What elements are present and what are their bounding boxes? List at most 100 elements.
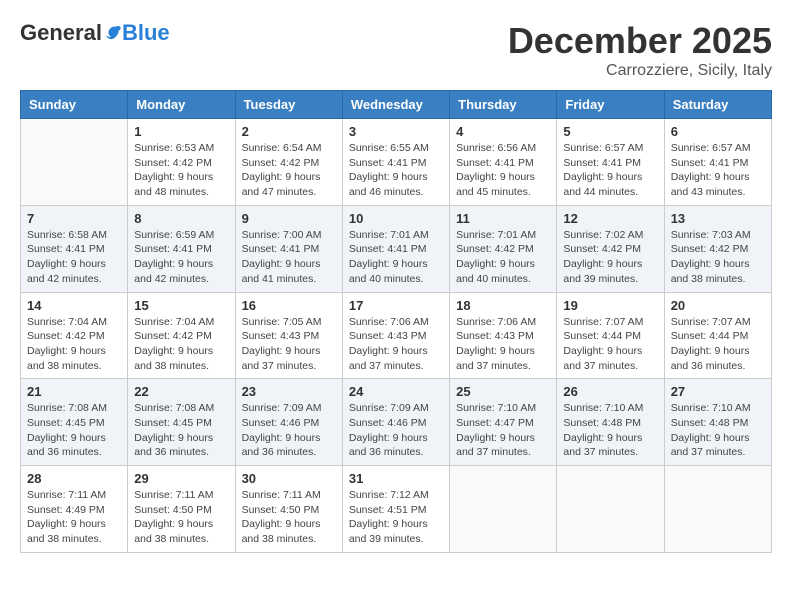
calendar-day-cell: 11Sunrise: 7:01 AM Sunset: 4:42 PM Dayli…	[450, 205, 557, 292]
calendar-day-cell: 19 Sunrise: 7:07 AM Sunset: 4:44 PM Dayli…	[557, 292, 664, 379]
calendar-day-cell: 6 Sunrise: 6:57 AM Sunset: 4:41 PM Daylig…	[664, 119, 771, 206]
day-number: 22	[134, 384, 228, 399]
day-number: 17	[349, 298, 443, 313]
calendar-day-cell: 4 Sunrise: 6:56 AM Sunset: 4:41 PM Daylig…	[450, 119, 557, 206]
day-number: 21	[27, 384, 121, 399]
calendar-day-cell: 15 Sunrise: 7:04 AM Sunset: 4:42 PM Dayli…	[128, 292, 235, 379]
weekday-header-row: SundayMondayTuesdayWednesdayThursdayFrid…	[21, 91, 772, 119]
calendar-day-cell: 9 Sunrise: 7:00 AM Sunset: 4:41 PM Daylig…	[235, 205, 342, 292]
calendar-day-cell: 1 Sunrise: 6:53 AM Sunset: 4:42 PM Daylig…	[128, 119, 235, 206]
calendar-week-row: 28Sunrise: 7:11 AM Sunset: 4:49 PM Dayli…	[21, 466, 772, 553]
day-number: 9	[242, 211, 336, 226]
day-info: Sunrise: 7:11 AM Sunset: 4:50 PM Dayligh…	[134, 488, 228, 547]
day-number: 10	[349, 211, 443, 226]
calendar-day-cell: 18 Sunrise: 7:06 AM Sunset: 4:43 PM Dayli…	[450, 292, 557, 379]
day-number: 25	[456, 384, 550, 399]
day-number: 30	[242, 471, 336, 486]
day-info: Sunrise: 7:08 AM Sunset: 4:45 PM Dayligh…	[27, 401, 121, 460]
calendar-day-cell: 10Sunrise: 7:01 AM Sunset: 4:41 PM Dayli…	[342, 205, 449, 292]
calendar-day-cell: 26 Sunrise: 7:10 AM Sunset: 4:48 PM Dayli…	[557, 379, 664, 466]
weekday-header-thursday: Thursday	[450, 91, 557, 119]
calendar-day-cell: 23 Sunrise: 7:09 AM Sunset: 4:46 PM Dayli…	[235, 379, 342, 466]
calendar-day-cell: 16Sunrise: 7:05 AM Sunset: 4:43 PM Dayli…	[235, 292, 342, 379]
calendar-day-cell: 13 Sunrise: 7:03 AM Sunset: 4:42 PM Dayli…	[664, 205, 771, 292]
calendar-day-cell: 3 Sunrise: 6:55 AM Sunset: 4:41 PM Daylig…	[342, 119, 449, 206]
calendar-week-row: 21 Sunrise: 7:08 AM Sunset: 4:45 PM Dayli…	[21, 379, 772, 466]
day-number: 27	[671, 384, 765, 399]
day-number: 31	[349, 471, 443, 486]
logo-bird-icon	[104, 24, 122, 42]
calendar-table: SundayMondayTuesdayWednesdayThursdayFrid…	[20, 90, 772, 553]
month-title: December 2025	[508, 20, 772, 62]
calendar-week-row: 1 Sunrise: 6:53 AM Sunset: 4:42 PM Daylig…	[21, 119, 772, 206]
logo: General Blue	[20, 20, 170, 46]
calendar-week-row: 7 Sunrise: 6:58 AM Sunset: 4:41 PM Daylig…	[21, 205, 772, 292]
calendar-day-cell	[557, 466, 664, 553]
location-text: Carrozziere, Sicily, Italy	[508, 62, 772, 80]
day-info: Sunrise: 7:10 AM Sunset: 4:47 PM Dayligh…	[456, 401, 550, 460]
weekday-header-wednesday: Wednesday	[342, 91, 449, 119]
day-info: Sunrise: 7:08 AM Sunset: 4:45 PM Dayligh…	[134, 401, 228, 460]
calendar-day-cell	[21, 119, 128, 206]
day-info: Sunrise: 6:56 AM Sunset: 4:41 PM Dayligh…	[456, 141, 550, 200]
day-info: Sunrise: 7:03 AM Sunset: 4:42 PM Dayligh…	[671, 228, 765, 287]
weekday-header-sunday: Sunday	[21, 91, 128, 119]
day-info: Sunrise: 7:06 AM Sunset: 4:43 PM Dayligh…	[456, 315, 550, 374]
day-info: Sunrise: 6:53 AM Sunset: 4:42 PM Dayligh…	[134, 141, 228, 200]
day-info: Sunrise: 7:11 AM Sunset: 4:50 PM Dayligh…	[242, 488, 336, 547]
day-info: Sunrise: 7:12 AM Sunset: 4:51 PM Dayligh…	[349, 488, 443, 547]
calendar-day-cell	[450, 466, 557, 553]
calendar-day-cell: 31 Sunrise: 7:12 AM Sunset: 4:51 PM Dayli…	[342, 466, 449, 553]
day-info: Sunrise: 6:57 AM Sunset: 4:41 PM Dayligh…	[671, 141, 765, 200]
calendar-week-row: 14Sunrise: 7:04 AM Sunset: 4:42 PM Dayli…	[21, 292, 772, 379]
calendar-day-cell: 29 Sunrise: 7:11 AM Sunset: 4:50 PM Dayli…	[128, 466, 235, 553]
day-number: 29	[134, 471, 228, 486]
day-info: Sunrise: 6:58 AM Sunset: 4:41 PM Dayligh…	[27, 228, 121, 287]
day-info: Sunrise: 7:07 AM Sunset: 4:44 PM Dayligh…	[563, 315, 657, 374]
day-info: Sunrise: 7:01 AM Sunset: 4:42 PM Dayligh…	[456, 228, 550, 287]
day-info: Sunrise: 7:06 AM Sunset: 4:43 PM Dayligh…	[349, 315, 443, 374]
day-info: Sunrise: 7:07 AM Sunset: 4:44 PM Dayligh…	[671, 315, 765, 374]
day-number: 23	[242, 384, 336, 399]
day-number: 18	[456, 298, 550, 313]
weekday-header-saturday: Saturday	[664, 91, 771, 119]
day-number: 4	[456, 124, 550, 139]
day-number: 8	[134, 211, 228, 226]
day-number: 13	[671, 211, 765, 226]
day-number: 1	[134, 124, 228, 139]
calendar-day-cell: 2Sunrise: 6:54 AM Sunset: 4:42 PM Daylig…	[235, 119, 342, 206]
day-number: 6	[671, 124, 765, 139]
logo-blue-text: Blue	[122, 20, 170, 46]
day-number: 26	[563, 384, 657, 399]
day-number: 20	[671, 298, 765, 313]
day-info: Sunrise: 7:09 AM Sunset: 4:46 PM Dayligh…	[242, 401, 336, 460]
calendar-day-cell: 12Sunrise: 7:02 AM Sunset: 4:42 PM Dayli…	[557, 205, 664, 292]
logo-general-text: General	[20, 20, 102, 46]
calendar-day-cell: 27Sunrise: 7:10 AM Sunset: 4:48 PM Dayli…	[664, 379, 771, 466]
day-number: 15	[134, 298, 228, 313]
day-info: Sunrise: 6:57 AM Sunset: 4:41 PM Dayligh…	[563, 141, 657, 200]
day-number: 3	[349, 124, 443, 139]
day-number: 7	[27, 211, 121, 226]
day-info: Sunrise: 7:09 AM Sunset: 4:46 PM Dayligh…	[349, 401, 443, 460]
day-info: Sunrise: 7:00 AM Sunset: 4:41 PM Dayligh…	[242, 228, 336, 287]
day-info: Sunrise: 6:54 AM Sunset: 4:42 PM Dayligh…	[242, 141, 336, 200]
day-number: 28	[27, 471, 121, 486]
title-block: December 2025 Carrozziere, Sicily, Italy	[508, 20, 772, 80]
day-info: Sunrise: 7:04 AM Sunset: 4:42 PM Dayligh…	[134, 315, 228, 374]
day-number: 12	[563, 211, 657, 226]
calendar-day-cell	[664, 466, 771, 553]
page-header: General Blue December 2025 Carrozziere, …	[20, 20, 772, 80]
day-info: Sunrise: 7:04 AM Sunset: 4:42 PM Dayligh…	[27, 315, 121, 374]
calendar-day-cell: 5Sunrise: 6:57 AM Sunset: 4:41 PM Daylig…	[557, 119, 664, 206]
calendar-day-cell: 8Sunrise: 6:59 AM Sunset: 4:41 PM Daylig…	[128, 205, 235, 292]
calendar-day-cell: 17 Sunrise: 7:06 AM Sunset: 4:43 PM Dayli…	[342, 292, 449, 379]
calendar-day-cell: 25 Sunrise: 7:10 AM Sunset: 4:47 PM Dayli…	[450, 379, 557, 466]
day-info: Sunrise: 6:55 AM Sunset: 4:41 PM Dayligh…	[349, 141, 443, 200]
weekday-header-tuesday: Tuesday	[235, 91, 342, 119]
day-number: 19	[563, 298, 657, 313]
weekday-header-monday: Monday	[128, 91, 235, 119]
day-number: 24	[349, 384, 443, 399]
day-info: Sunrise: 7:10 AM Sunset: 4:48 PM Dayligh…	[563, 401, 657, 460]
calendar-day-cell: 7 Sunrise: 6:58 AM Sunset: 4:41 PM Daylig…	[21, 205, 128, 292]
